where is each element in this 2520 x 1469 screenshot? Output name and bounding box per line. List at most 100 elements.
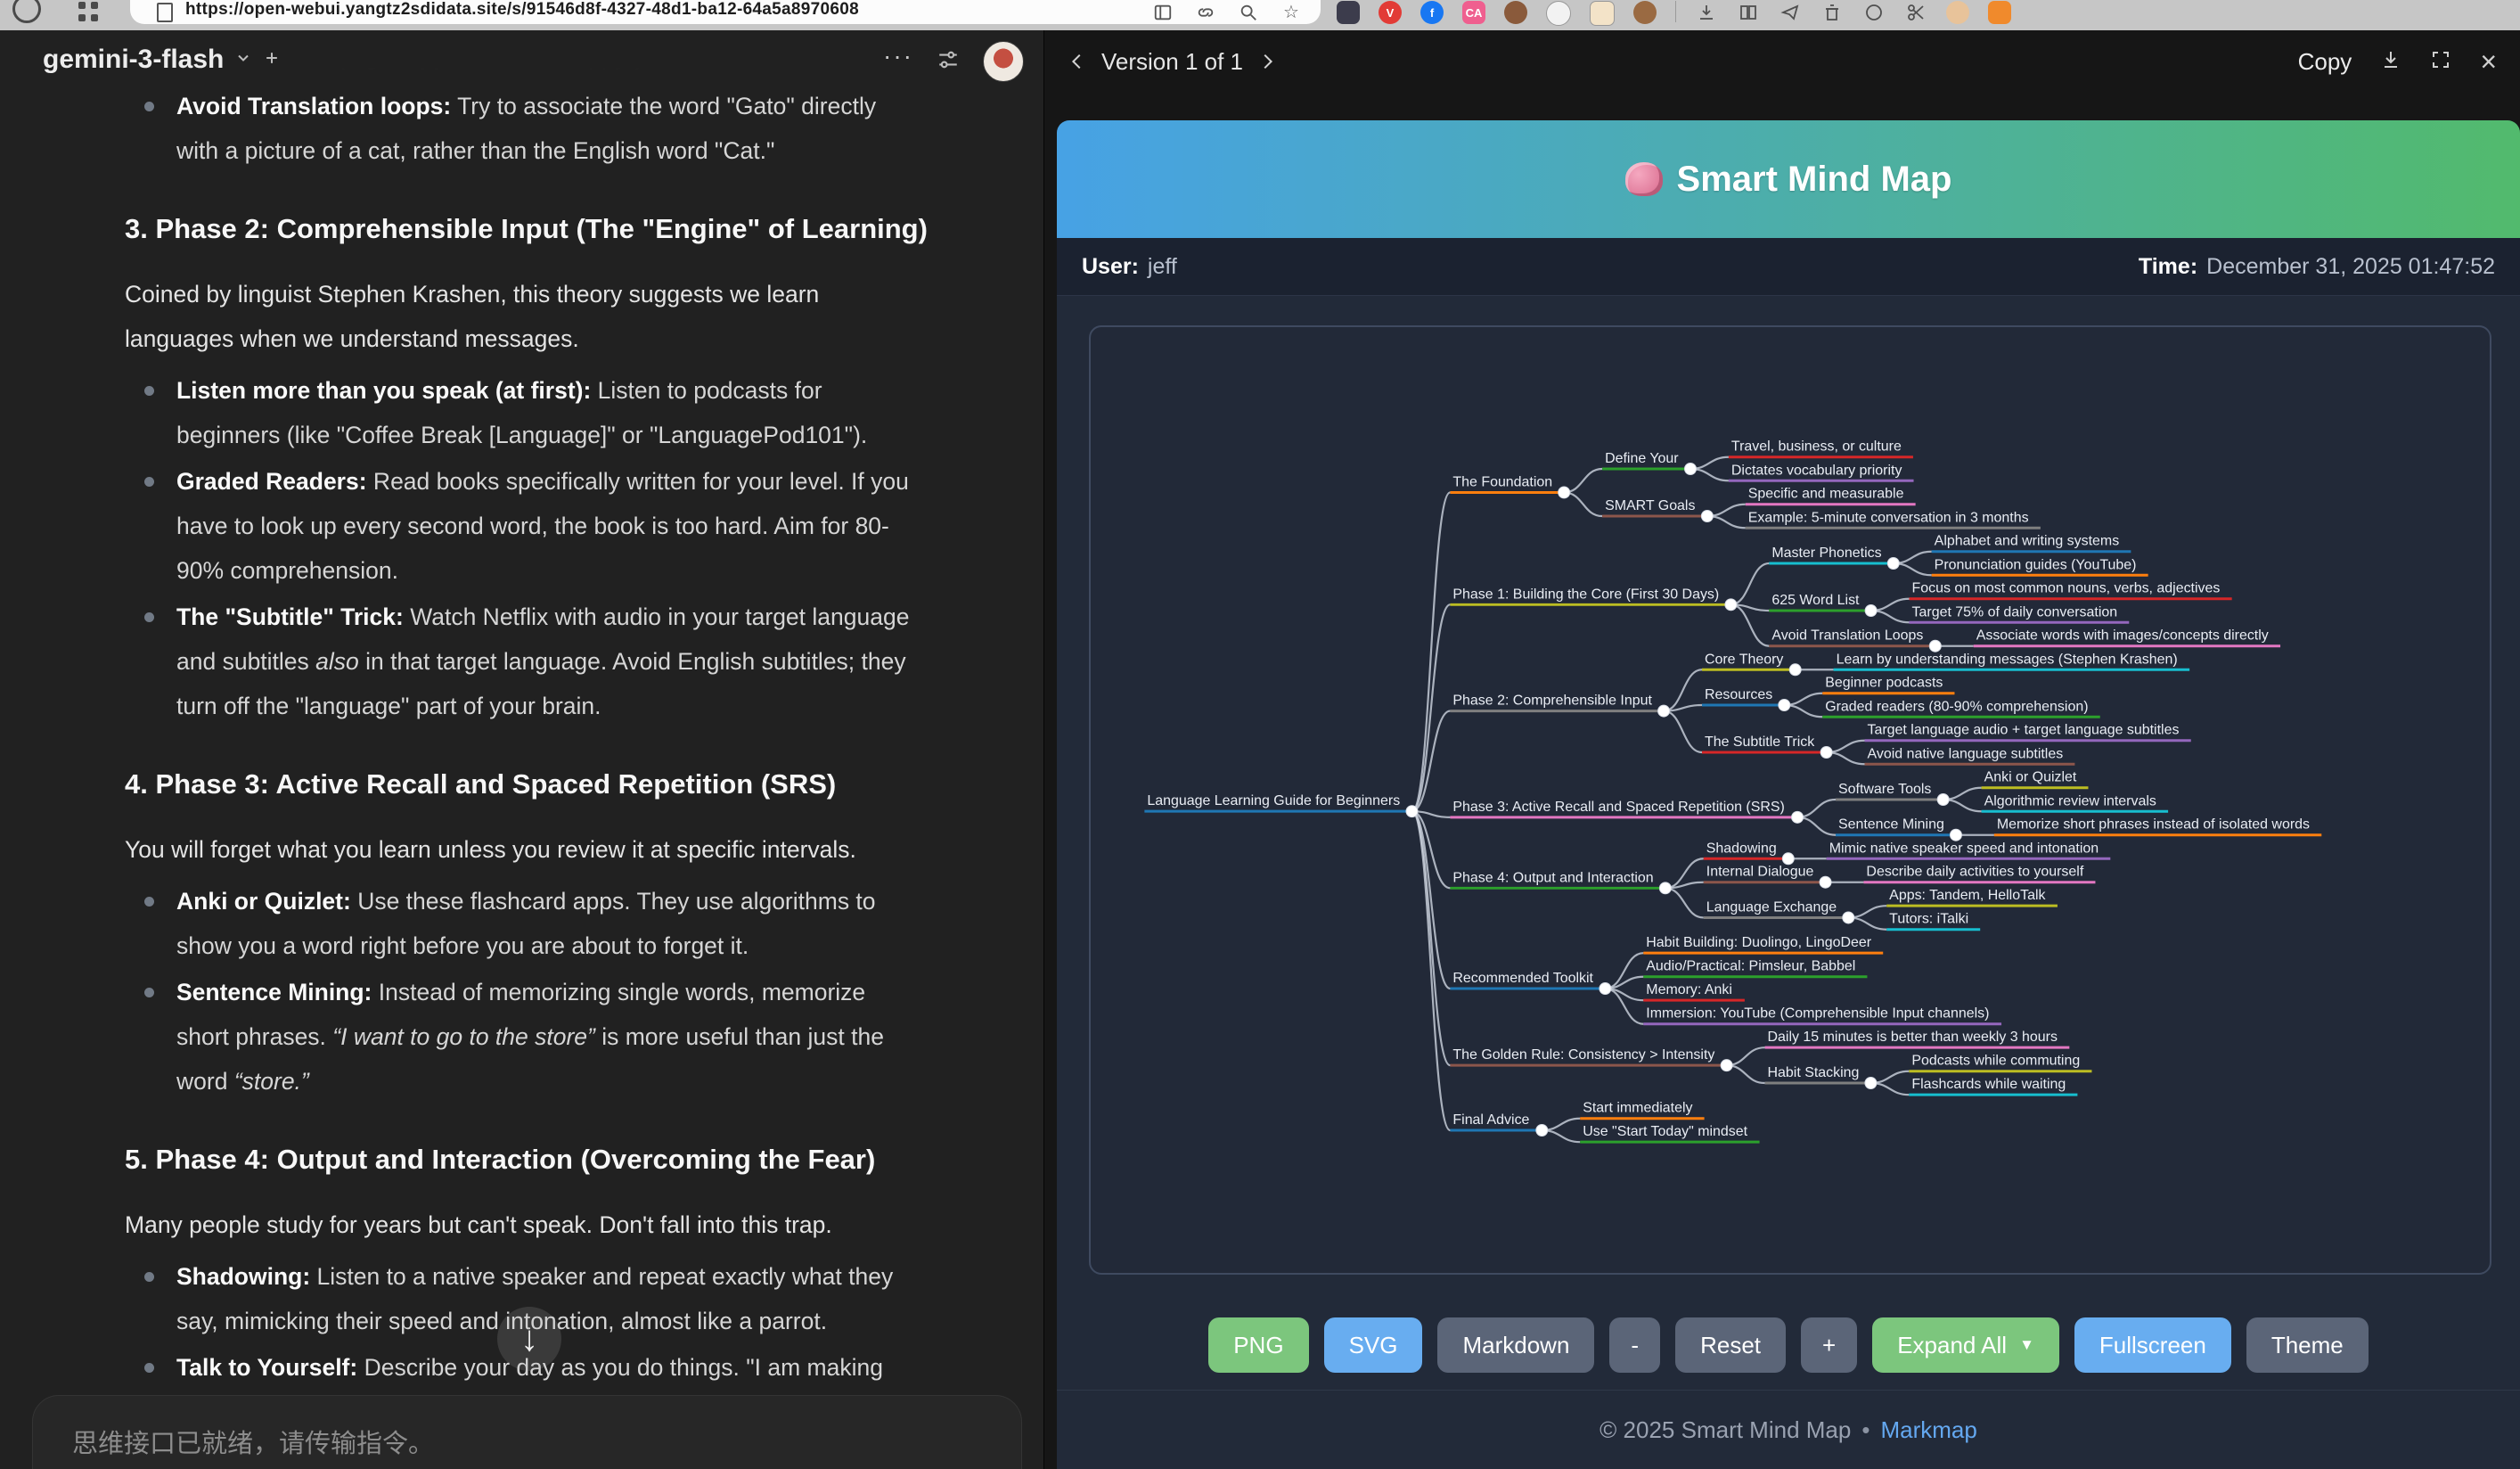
- red-v-extension-icon[interactable]: V: [1379, 1, 1402, 24]
- close-icon[interactable]: ×: [2480, 47, 2497, 76]
- mindmap-node[interactable]: Flashcards while waiting: [1911, 1077, 2066, 1092]
- mindmap-node[interactable]: Resources: [1705, 687, 1772, 702]
- download-icon[interactable]: [2380, 49, 2401, 75]
- mindmap-node[interactable]: Dictates vocabulary priority: [1731, 463, 1902, 478]
- previous-version-icon[interactable]: [1068, 52, 1087, 71]
- url-text[interactable]: https://open-webui.yangtz2sdidata.site/s…: [185, 0, 859, 20]
- mindmap-canvas[interactable]: Language Learning Guide for Beginners The…: [1089, 325, 2491, 1275]
- mindmap-node[interactable]: Pronunciation guides (YouTube): [1935, 557, 2137, 572]
- mindmap-branch-circle[interactable]: [1659, 882, 1671, 894]
- mindmap-node[interactable]: Podcasts while commuting: [1911, 1054, 2080, 1069]
- toolbar-button-markdown[interactable]: Markdown: [1437, 1317, 1594, 1373]
- mindmap-branch-circle[interactable]: [1792, 811, 1804, 823]
- mindmap-branch-circle[interactable]: [1559, 487, 1570, 498]
- mindmap-node[interactable]: Use "Start Today" mindset: [1583, 1124, 1747, 1139]
- fullscreen-expand-icon[interactable]: [2430, 49, 2451, 75]
- mindmap-node[interactable]: Anki or Quizlet: [1984, 770, 2077, 785]
- mindmap-branch-circle[interactable]: [1820, 876, 1831, 888]
- toolbar-button--[interactable]: -: [1609, 1317, 1660, 1373]
- chat-input[interactable]: 思维接口已就绪，请传输指令。: [32, 1395, 1022, 1469]
- mindmap-node[interactable]: Phase 2: Comprehensible Input: [1452, 693, 1652, 709]
- mindmap-node[interactable]: Algorithmic review intervals: [1984, 793, 2156, 808]
- mindmap-node[interactable]: Define Your: [1605, 451, 1679, 466]
- toolbar-button-reset[interactable]: Reset: [1675, 1317, 1786, 1373]
- mindmap-node[interactable]: Language Exchange: [1706, 899, 1837, 915]
- mindmap-node[interactable]: Habit Building: Duolingo, LingoDeer: [1646, 935, 1871, 950]
- circle-tool-icon[interactable]: [1862, 1, 1886, 24]
- more-options-icon[interactable]: ···: [883, 42, 913, 70]
- split-view-icon[interactable]: [1737, 1, 1760, 24]
- model-name[interactable]: gemini-3-flash: [43, 45, 224, 75]
- mindmap-node[interactable]: Phase 4: Output and Interaction: [1452, 870, 1653, 885]
- download-tool-icon[interactable]: [1695, 1, 1718, 24]
- copy-button[interactable]: Copy: [2298, 48, 2352, 76]
- mindmap-branch-circle[interactable]: [1658, 705, 1670, 717]
- mindmap-node[interactable]: Focus on most common nouns, verbs, adjec…: [1912, 581, 2221, 596]
- mindmap-branch-circle[interactable]: [1789, 664, 1801, 676]
- mindmap-branch-circle[interactable]: [1843, 912, 1854, 923]
- mindmap-node[interactable]: The Subtitle Trick: [1705, 734, 1814, 750]
- toolbar-button--[interactable]: +: [1801, 1317, 1857, 1373]
- monkey-extension-icon[interactable]: [1504, 1, 1527, 24]
- browser-apps-grid-icon[interactable]: [78, 2, 86, 9]
- send-icon[interactable]: [1779, 1, 1802, 24]
- mindmap-node[interactable]: Daily 15 minutes is better than weekly 3…: [1768, 1030, 2058, 1045]
- mindmap-node[interactable]: 625 Word List: [1771, 593, 1860, 608]
- mindmap-node[interactable]: Habit Stacking: [1768, 1065, 1860, 1080]
- monkey2-extension-icon[interactable]: [1633, 1, 1657, 24]
- mindmap-node[interactable]: Shadowing: [1706, 841, 1777, 856]
- bookmark-star-icon[interactable]: ☆: [1280, 1, 1303, 24]
- facebook-extension-icon[interactable]: f: [1420, 1, 1444, 24]
- mindmap-branch-circle[interactable]: [1725, 599, 1737, 611]
- mindmap-node[interactable]: SMART Goals: [1605, 498, 1695, 513]
- mindmap-node[interactable]: Phase 3: Active Recall and Spaced Repeti…: [1452, 800, 1784, 815]
- mindmap-node[interactable]: Language Learning Guide for Beginners: [1147, 793, 1400, 808]
- mindmap-node[interactable]: Target language audio + target language …: [1868, 723, 2180, 738]
- mindmap-node[interactable]: Travel, business, or culture: [1731, 439, 1902, 455]
- url-bar[interactable]: https://open-webui.yangtz2sdidata.site/s…: [130, 0, 1321, 24]
- mindmap-branch-circle[interactable]: [1865, 605, 1877, 617]
- mindmap-node[interactable]: Example: 5-minute conversation in 3 mont…: [1748, 510, 2029, 525]
- mindmap-branch-circle[interactable]: [1929, 640, 1941, 652]
- mindmap-branch-circle[interactable]: [1865, 1078, 1877, 1089]
- orange-extension-icon[interactable]: [1988, 1, 2011, 24]
- profile-avatar-icon[interactable]: [1946, 1, 1969, 24]
- toolbar-button-png[interactable]: PNG: [1208, 1317, 1308, 1373]
- mindmap-branch-circle[interactable]: [1950, 829, 1961, 841]
- mindmap-node[interactable]: Core Theory: [1705, 652, 1783, 667]
- mindmap-branch-circle[interactable]: [1685, 464, 1697, 475]
- mindmap-node[interactable]: Internal Dialogue: [1706, 865, 1814, 880]
- mindmap-branch-circle[interactable]: [1701, 511, 1713, 522]
- mindmap-node[interactable]: Final Advice: [1452, 1112, 1529, 1128]
- mindmap-branch-circle[interactable]: [1937, 794, 1949, 806]
- markmap-link[interactable]: Markmap: [1880, 1416, 1976, 1444]
- mindmap-branch-circle[interactable]: [1820, 747, 1832, 759]
- mindmap-node[interactable]: Recommended Toolkit: [1452, 971, 1593, 986]
- mindmap-branch-circle[interactable]: [1779, 700, 1790, 711]
- mindmap-node[interactable]: Immersion: YouTube (Comprehensible Input…: [1646, 1006, 1989, 1022]
- mindmap-node[interactable]: Describe daily activities to yourself: [1866, 865, 2083, 880]
- toolbar-button-expand-all[interactable]: Expand All▼: [1872, 1317, 2059, 1373]
- mask-extension-icon[interactable]: [1337, 1, 1360, 24]
- mindmap-node[interactable]: The Golden Rule: Consistency > Intensity: [1452, 1047, 1714, 1063]
- mindmap-node[interactable]: Beginner podcasts: [1825, 676, 1943, 691]
- toolbar-button-theme[interactable]: Theme: [2246, 1317, 2369, 1373]
- mindmap-node[interactable]: Specific and measurable: [1748, 487, 1904, 502]
- mindmap-node[interactable]: Apps: Tandem, HelloTalk: [1889, 888, 2045, 903]
- mindmap-node[interactable]: Software Tools: [1838, 782, 1931, 797]
- next-version-icon[interactable]: [1257, 52, 1277, 71]
- new-chat-plus-icon[interactable]: [263, 49, 281, 71]
- mindmap-branch-circle[interactable]: [1887, 558, 1899, 570]
- pink-ca-extension-icon[interactable]: CA: [1462, 1, 1485, 24]
- trash-icon[interactable]: [1820, 1, 1844, 24]
- mindmap-node[interactable]: Graded readers (80-90% comprehension): [1825, 699, 2088, 714]
- mindmap-node[interactable]: Tutors: iTalki: [1889, 912, 1968, 927]
- search-icon[interactable]: [1237, 1, 1260, 24]
- mindmap-node[interactable]: Associate words with images/concepts dir…: [1976, 628, 2269, 644]
- mindmap-branch-circle[interactable]: [1600, 983, 1611, 995]
- scissors-icon[interactable]: [1904, 1, 1927, 24]
- mindmap-node[interactable]: Phase 1: Building the Core (First 30 Day…: [1452, 587, 1719, 602]
- mindmap-node[interactable]: Memorize short phrases instead of isolat…: [1997, 817, 2310, 833]
- mindmap-node[interactable]: Alphabet and writing systems: [1935, 534, 2120, 549]
- chevron-down-icon[interactable]: [234, 49, 252, 71]
